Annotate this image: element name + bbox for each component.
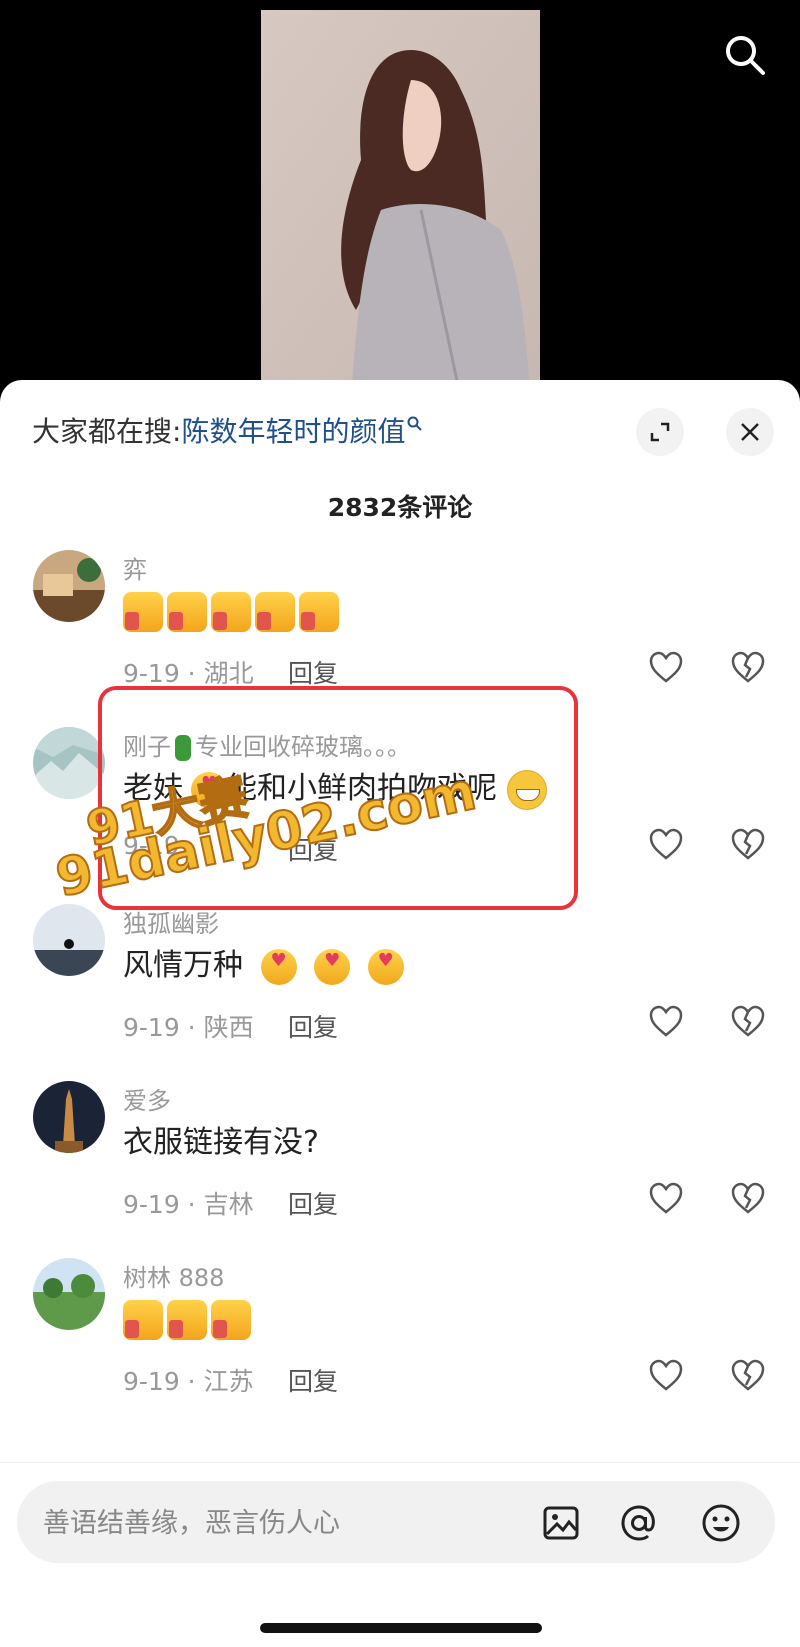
emoji-button[interactable] — [699, 1501, 743, 1545]
like-button[interactable] — [648, 650, 688, 690]
comment-item: 爱多 衣服链接有没? 9-19 · 吉林 回复 — [0, 1081, 800, 1258]
hot-search[interactable]: 大家都在搜: 陈数年轻时的颜值 — [32, 410, 423, 450]
thumbs-up-icon — [211, 592, 251, 632]
video-thumbnail[interactable] — [261, 10, 540, 400]
thumbs-up-icon — [211, 1300, 251, 1340]
like-button[interactable] — [648, 827, 688, 867]
dislike-button[interactable] — [730, 1181, 770, 1221]
dislike-button[interactable] — [730, 1004, 770, 1044]
home-indicator — [260, 1623, 542, 1633]
comment-sheet: 大家都在搜: 陈数年轻时的颜值 2832条评论 弈 9-19 · 湖北 回复 刚… — [0, 380, 800, 1646]
like-button[interactable] — [648, 1181, 688, 1221]
comment-count: 2832条评论 — [327, 493, 473, 522]
comment-text-body: 风情万种 — [123, 948, 243, 983]
comment-meta: 9-19 · 陕西 — [123, 1013, 254, 1042]
comment-emoji-row — [123, 590, 339, 634]
image-icon — [543, 1506, 579, 1540]
broken-heart-icon — [731, 651, 765, 683]
comment-meta: 9-19 · 湖北 — [123, 659, 254, 688]
thumbs-up-icon — [299, 592, 339, 632]
broken-heart-icon — [731, 1182, 765, 1214]
mini-search-icon — [407, 416, 423, 431]
comment-text: 衣服链接有没? — [123, 1125, 319, 1160]
reply-button[interactable]: 回复 — [288, 1185, 338, 1221]
comment-meta: 9-19 · 江苏 — [123, 1367, 254, 1396]
smiley-icon — [702, 1504, 740, 1542]
comment-list: 弈 9-19 · 湖北 回复 刚子 专业回收碎玻璃。。。 老妹♥ 能和小鲜肉拍吻… — [0, 550, 800, 1435]
hot-search-label: 大家都在搜: — [32, 415, 182, 448]
heart-icon — [649, 828, 683, 860]
finger-heart-icon — [260, 939, 297, 985]
thumbs-up-icon — [123, 592, 163, 632]
image-button[interactable] — [539, 1501, 583, 1545]
dislike-button[interactable] — [730, 827, 770, 867]
thumbs-up-icon — [123, 1300, 163, 1340]
comment-composer-bar — [0, 1462, 800, 1647]
comment-input[interactable] — [41, 1498, 485, 1548]
comment-meta: 9-19 · 吉林 — [123, 1190, 254, 1219]
finger-heart-icon — [314, 939, 351, 985]
close-icon — [741, 423, 759, 441]
heart-icon — [649, 1359, 683, 1391]
hot-search-term[interactable]: 陈数年轻时的颜值 — [181, 410, 405, 450]
close-button[interactable] — [726, 408, 774, 456]
comment-username[interactable]: 爱多 — [123, 1081, 171, 1116]
reply-button[interactable]: 回复 — [288, 654, 338, 690]
comment-item: 树林 888 9-19 · 江苏 回复 — [0, 1258, 800, 1435]
avatar[interactable] — [33, 1258, 105, 1330]
comment-item: 独孤幽影 风情万种 9-19 · 陕西 回复 — [0, 904, 800, 1081]
mention-button[interactable] — [617, 1501, 661, 1545]
comment-text: 风情万种 — [123, 939, 404, 988]
thumbs-up-icon — [255, 592, 295, 632]
comment-username[interactable]: 弈 — [123, 550, 147, 585]
heart-icon — [649, 651, 683, 683]
comment-input-container[interactable] — [17, 1481, 775, 1563]
dislike-button[interactable] — [730, 650, 770, 690]
heart-icon — [649, 1005, 683, 1037]
at-icon — [621, 1505, 655, 1541]
reply-button[interactable]: 回复 — [288, 1362, 338, 1398]
search-button[interactable] — [720, 30, 770, 80]
broken-heart-icon — [731, 1005, 765, 1037]
broken-heart-icon — [731, 828, 765, 860]
heart-icon — [649, 1182, 683, 1214]
expand-button[interactable] — [636, 408, 684, 456]
like-button[interactable] — [648, 1004, 688, 1044]
comment-emoji-row — [123, 1298, 251, 1342]
reply-button[interactable]: 回复 — [288, 1008, 338, 1044]
like-button[interactable] — [648, 1358, 688, 1398]
thumbs-up-icon — [167, 592, 207, 632]
broken-heart-icon — [731, 1359, 765, 1391]
expand-icon — [650, 422, 670, 442]
avatar[interactable] — [33, 1081, 105, 1153]
portrait-illustration — [261, 10, 540, 400]
avatar[interactable] — [33, 550, 105, 622]
finger-heart-icon — [367, 939, 404, 985]
thumbs-up-icon — [167, 1300, 207, 1340]
sheet-header: 大家都在搜: 陈数年轻时的颜值 — [0, 380, 800, 480]
dislike-button[interactable] — [730, 1358, 770, 1398]
search-icon — [726, 36, 765, 75]
comment-username[interactable]: 树林 888 — [123, 1258, 224, 1293]
video-area[interactable] — [0, 0, 800, 400]
